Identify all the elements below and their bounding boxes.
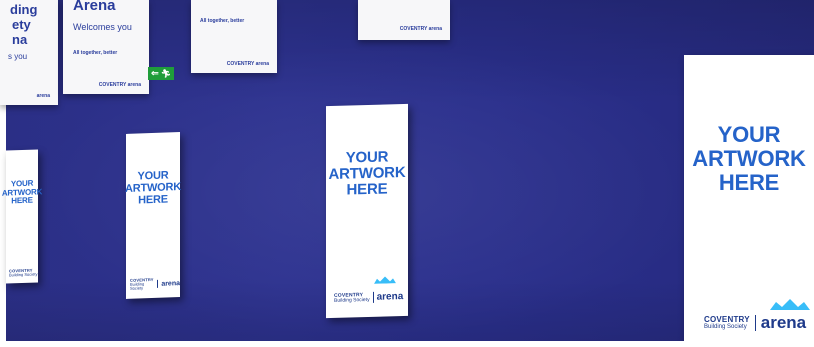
exit-arrow-icon: ⇐ [151,68,159,78]
poster-frame: YOUR ARTWORK HERE COVENTRY Building Soci… [124,132,182,299]
banner-text: na [12,32,28,47]
logo-divider [372,291,374,303]
banner-text: ety [12,17,31,32]
poster-logo: COVENTRY Building Society [9,268,38,278]
banner-logo: COVENTRY arena [98,82,141,88]
logo-divider [754,315,756,331]
logo-subtitle: Building Society [9,271,38,278]
hanging-banner-middle: All together, better COVENTRY arena [191,0,277,73]
logo-arena: arena [161,279,180,288]
logo-subtitle: Building Society [704,324,747,330]
hanging-banner-welcome: Arena Welcomes you All together, better … [63,0,149,94]
poster-logo: COVENTRY Building Society arena [704,313,806,333]
poster-logo: COVENTRY Building Society arena [334,291,403,304]
hanging-banner-right: COVENTRY arena [358,0,450,40]
poster-headline: YOUR ARTWORK HERE [1,178,43,206]
logo-company: COVENTRY [704,315,750,324]
poster-headline: YOUR ARTWORK HERE [124,169,182,207]
photo-scene: ding ety na s you arena Arena Welcomes y… [0,0,814,347]
banner-logo: COVENTRY arena [399,26,442,32]
arena-crown-icon [374,276,396,284]
poster-headline: YOUR ARTWORK HERE [328,148,406,199]
poster-logo: COVENTRY Building Society arena [130,277,180,291]
banner-tagline: All together, better [200,18,245,24]
poster-frame: YOUR ARTWORK HERE COVENTRY Building Soci… [326,103,408,319]
banner-logo: arena [36,93,50,99]
banner-text: Welcomes you [73,22,132,32]
hanging-banner-left: ding ety na s you arena [0,0,58,105]
logo-subtitle: Building Society [130,281,145,291]
logo-arena: arena [760,313,807,332]
logo-subtitle: Building Society [334,296,370,304]
banner-text: s you [8,52,28,61]
exit-sign: ⇐ 🏃︎ [148,67,174,80]
poster-frame: YOUR ARTWORK HERE COVENTRY Building Soci… [684,55,814,345]
banner-tagline: All together, better [73,50,118,56]
poster-headline: YOUR ARTWORK HERE [692,122,806,195]
image-border [0,341,814,347]
arena-crown-icon [770,299,810,310]
logo-divider [157,279,159,288]
poster-frame: YOUR ARTWORK HERE COVENTRY Building Soci… [2,149,42,284]
running-man-icon: 🏃︎ [160,69,171,78]
banner-title: Arena [73,0,116,14]
logo-arena: arena [376,291,404,303]
banner-text: ding [10,2,38,17]
banner-logo: COVENTRY arena [226,61,269,67]
